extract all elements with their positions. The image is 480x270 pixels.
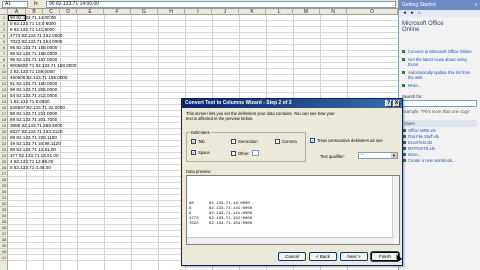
preview-rows: 90 82.133.71.14:0000 8 82.133.71.141:0000 9 8…: [189, 202, 389, 227]
data-preview-label: Data preview: [186, 169, 211, 174]
recent-file[interactable]: Office MRE.xls: [402, 128, 477, 133]
space-check-icon[interactable]: ✓: [191, 150, 196, 155]
wizard-title: Convert Text to Columns Wizard - Step 2 …: [185, 100, 292, 106]
next-button[interactable]: Next >: [340, 252, 368, 261]
active-cell[interactable]: [8, 15, 26, 21]
other-check-icon[interactable]: [231, 150, 236, 156]
gridline: [158, 15, 159, 270]
preview-row: 7022 82.133.71.154:0000: [189, 222, 389, 227]
help-icon[interactable]: ?: [385, 100, 392, 107]
office-online-links: Connect to Microsoft Office Online Get t…: [402, 49, 477, 88]
delimiters-label: Delimiters: [190, 130, 211, 135]
name-box[interactable]: A1: [2, 0, 28, 8]
semicolon-checkbox[interactable]: Semicolon: [231, 139, 258, 144]
delimiters-group: Delimiters ✓ Tab Semicolon Comma ✓ Space…: [186, 130, 306, 162]
consecutive-delimiters-label: Treat consecutive delimiters as one: [317, 138, 383, 143]
space-checkbox[interactable]: ✓ Space: [191, 150, 210, 155]
task-pane-title: Getting Started: [402, 2, 436, 8]
tab-label: Tab: [198, 139, 205, 144]
gridline: [8, 26, 398, 27]
recent-file[interactable]: MYPOSTS.xls: [402, 146, 477, 151]
gridline: [8, 44, 398, 45]
recent-file[interactable]: Flat File Stuff.xls: [402, 134, 477, 139]
task-pane-header: Getting Started x: [399, 0, 480, 10]
text-qualifier-select[interactable]: " ▼: [358, 152, 398, 159]
open-section-header: Open: [402, 120, 477, 127]
tab-check-icon[interactable]: ✓: [191, 139, 196, 144]
office-online-logo: Microsoft Office Online: [402, 21, 477, 43]
preview-vertical-scrollbar[interactable]: [392, 176, 399, 238]
preview-horizontal-scrollbar[interactable]: [187, 237, 394, 244]
close-icon[interactable]: x: [475, 0, 478, 10]
other-label: Other:: [238, 150, 250, 156]
link-connect-office-online[interactable]: Connect to Microsoft Office Online: [402, 49, 477, 54]
text-qualifier-label: Text qualifier:: [320, 154, 345, 159]
gridline: [8, 38, 398, 39]
chevron-down-icon[interactable]: ▼: [391, 153, 397, 158]
row-header[interactable]: 41: [0, 255, 8, 261]
search-label: Search for:: [402, 94, 423, 99]
preview-cell: 7022: [189, 222, 199, 226]
search-example: Example: "Print more than one copy": [402, 109, 471, 114]
forward-arrow-icon[interactable]: ►: [410, 10, 415, 17]
link-latest-news[interactable]: Get the latest news about using Excel: [402, 57, 477, 67]
tab-checkbox[interactable]: ✓ Tab: [191, 139, 205, 144]
row-headers: 1 2 3 4 5 6 7 8 9 10 11 12 13 14 15 16 17 18 19 20 21 22 23 24 2…: [0, 15, 8, 270]
formula-input[interactable]: 90 82.133.71 14:00:00: [46, 0, 396, 8]
getting-started-task-pane: Getting Started x ◄ ► ⌂ Microsoft Office…: [398, 0, 480, 270]
wizard-description: This screen lets you set the delimiters …: [186, 111, 335, 121]
consecutive-delimiters-checkbox[interactable]: ✓ Treat consecutive delimiters as one: [310, 138, 383, 143]
gridline: [8, 56, 398, 57]
gridline: [131, 15, 132, 270]
gridline: [8, 32, 398, 33]
wizard-title-bar: Convert Text to Columns Wizard - Step 2 …: [182, 99, 402, 108]
recent-file[interactable]: More...: [402, 152, 477, 157]
formula-bar: A1 fx 90 82.133.71 14:00:00: [0, 0, 398, 9]
cancel-button[interactable]: Cancel: [278, 252, 306, 261]
gridline: [77, 15, 78, 270]
gridline: [8, 92, 398, 93]
logo-line-2: Online: [402, 27, 420, 33]
comma-check-icon[interactable]: [275, 139, 280, 144]
cell-a[interactable]: 8 82.133.71 4.46.00: [10, 165, 51, 171]
recent-file[interactable]: ExcelTest.xls: [402, 140, 477, 145]
create-new-workbook-link[interactable]: Create a new workbook...: [402, 158, 477, 163]
gridline: [8, 20, 398, 21]
home-icon[interactable]: ⌂: [418, 10, 421, 17]
back-arrow-icon[interactable]: ◄: [402, 10, 407, 17]
close-icon[interactable]: X: [393, 100, 400, 107]
semicolon-label: Semicolon: [238, 139, 258, 144]
data-preview: 90 82.133.71.14:0000 8 82.133.71.141:0000 9 8…: [186, 175, 400, 245]
comma-label: Comma: [282, 139, 297, 144]
wizard-buttons: Cancel < Back Next > Finish: [278, 251, 400, 262]
text-qualifier-value: ": [361, 153, 363, 158]
text-to-columns-wizard: Convert Text to Columns Wizard - Step 2 …: [181, 98, 403, 266]
consecutive-check-icon[interactable]: ✓: [310, 138, 315, 143]
link-auto-update[interactable]: Automatically update this list from the …: [402, 70, 477, 80]
gridline: [8, 50, 398, 51]
search-input[interactable]: [402, 100, 477, 107]
fx-icon[interactable]: fx: [34, 1, 46, 7]
task-pane-nav: ◄ ► ⌂: [399, 10, 480, 17]
gridline: [8, 86, 398, 87]
preview-cell: 82.133.71.154:0000: [209, 222, 253, 226]
gridline: [104, 15, 105, 270]
comma-checkbox[interactable]: Comma: [275, 139, 297, 144]
space-label: Space: [198, 150, 210, 155]
other-delimiter-input[interactable]: [251, 150, 259, 156]
other-checkbox[interactable]: Other:: [231, 150, 259, 156]
semicolon-check-icon[interactable]: [231, 139, 236, 144]
link-more[interactable]: More...: [402, 83, 477, 88]
back-button[interactable]: < Back: [309, 252, 337, 261]
